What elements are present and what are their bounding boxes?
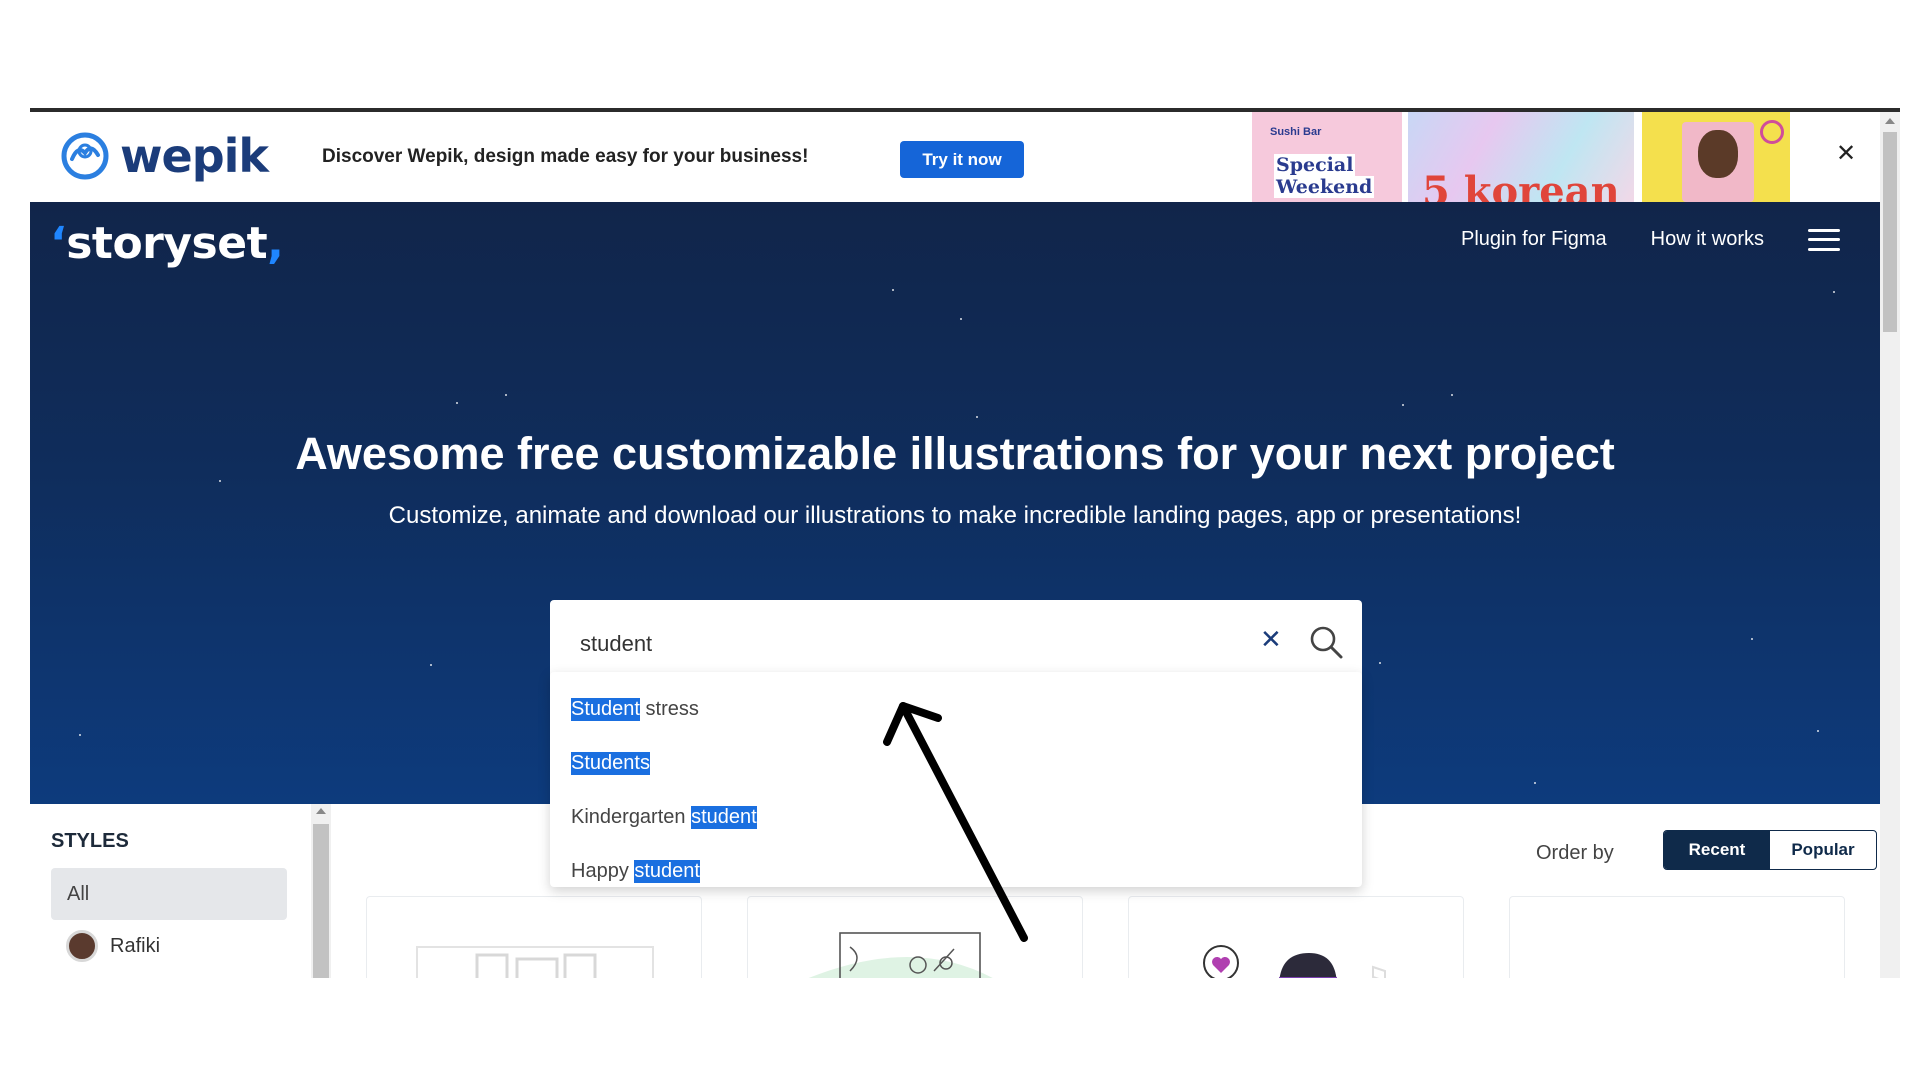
search-icon[interactable] [1308,624,1344,660]
scroll-up-icon[interactable] [1885,118,1895,124]
order-toggle: Recent Popular [1663,830,1877,870]
promo-banner: wepik Discover Wepik, design made easy f… [30,112,1880,202]
suggestion-match: student [634,859,700,883]
wepik-logo[interactable]: wepik [60,129,269,183]
korean-label: 5 korean [1422,168,1620,202]
wepik-logo-icon [61,132,109,180]
card-illustration [416,946,654,978]
storyset-logo[interactable]: ʻstoryset, [50,218,284,269]
star [1817,730,1819,732]
special-label: Special [1274,154,1356,176]
top-nav: Plugin for Figma How it works [1461,228,1840,251]
banner-message: Discover Wepik, design made easy for you… [322,146,809,167]
clear-icon[interactable]: ✕ [1260,626,1282,652]
star [1451,394,1453,396]
suggestion-match: Students [571,751,650,775]
sidebar-scrollbar[interactable] [311,804,331,978]
gradient-tile: 5 korean [1408,112,1634,202]
star [505,394,507,396]
illustration-card[interactable] [747,896,1083,978]
style-filter-all[interactable]: All [51,868,287,920]
menu-icon[interactable] [1808,228,1840,251]
portrait-head [1698,130,1738,178]
styles-heading: STYLES [51,830,129,852]
style-filter-label: Rafiki [110,934,161,957]
suggestion-prefix: Happy [571,859,635,882]
order-popular-button[interactable]: Popular [1770,831,1876,869]
sushi-bar-label: Sushi Bar [1270,126,1322,138]
star [1534,782,1536,784]
search-suggestions: Student stress Students Kindergarten stu… [550,672,1362,887]
scrollbar-thumb[interactable] [313,824,329,978]
suggestion-rest: stress [639,697,699,720]
avatar [66,930,98,962]
order-by-label: Order by [1536,842,1614,864]
illustration-card[interactable] [1509,896,1845,978]
nav-how-it-works[interactable]: How it works [1651,228,1764,251]
weekend-label: Weekend [1274,176,1375,198]
hero-title: Awesome free customizable illustrations … [295,428,1615,479]
illustration-card[interactable] [366,896,702,978]
search-input[interactable] [580,624,1220,664]
star [1379,662,1381,664]
banner-artwork[interactable]: Sushi Bar Special Weekend 5 korean [1252,112,1792,202]
scrollbar-thumb[interactable] [1883,132,1897,332]
page-scrollbar[interactable] [1880,112,1900,978]
star [456,402,458,404]
ring-icon [1760,120,1784,144]
suggestion-item[interactable]: Students [550,736,1362,790]
star [1751,638,1753,640]
storyset-brand: storyset [66,218,268,269]
card-illustration [1203,945,1386,978]
star [79,734,81,736]
suggestion-item[interactable]: Happy student [550,844,1362,898]
star [892,289,894,291]
suggestion-match: Student [571,697,640,721]
star [1402,404,1404,406]
close-icon[interactable]: ✕ [1836,142,1856,166]
illustration-card[interactable] [1128,896,1464,978]
star [976,416,978,418]
portrait-tile [1642,112,1790,202]
star [219,480,221,482]
star [1833,291,1835,293]
wepik-brand: wepik [120,129,269,183]
star [960,318,962,320]
suggestion-item[interactable]: Student stress [550,682,1362,736]
suggestion-match: student [691,805,757,829]
hero-subtitle: Customize, animate and download our illu… [388,502,1522,529]
suggestion-item[interactable]: Kindergarten student [550,790,1362,844]
scroll-up-icon[interactable] [316,808,326,814]
card-illustration [808,932,993,978]
nav-plugin-for-figma[interactable]: Plugin for Figma [1461,228,1607,251]
style-filter-rafiki[interactable]: Rafiki [66,930,160,962]
try-it-now-button[interactable]: Try it now [900,141,1024,178]
browser-viewport: wepik Discover Wepik, design made easy f… [30,108,1900,978]
order-recent-button[interactable]: Recent [1664,831,1770,869]
star [430,664,432,666]
suggestion-prefix: Kindergarten [571,805,692,828]
sushi-flyer-tile: Sushi Bar Special Weekend [1252,112,1402,202]
